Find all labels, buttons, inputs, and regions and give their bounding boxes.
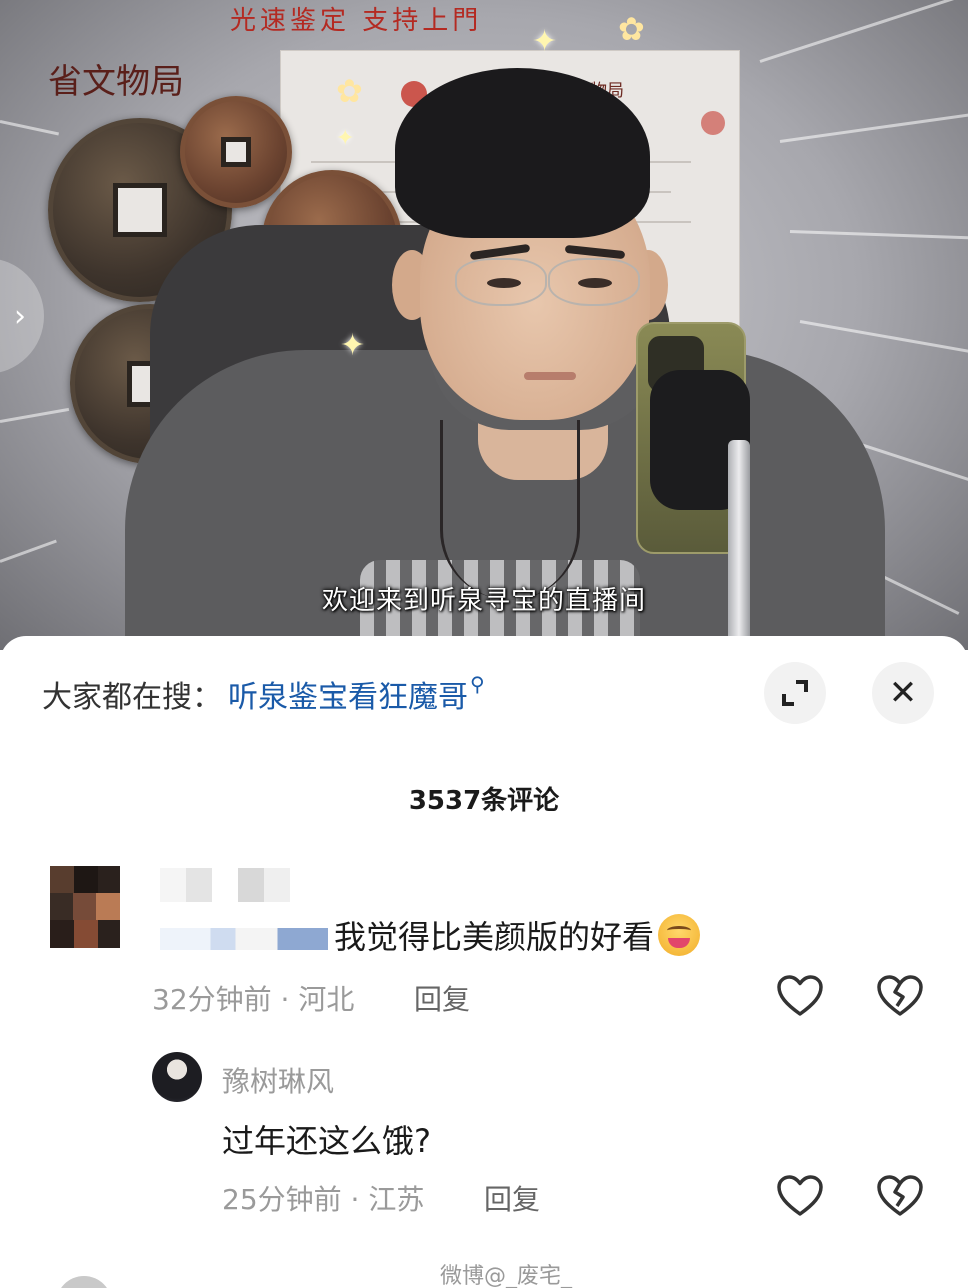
comment-author[interactable]: 豫树琳风 — [222, 1060, 334, 1100]
sparkle-icon: ✦ — [340, 328, 366, 363]
live-caption: 欢迎来到听泉寻宝的直播间 — [321, 586, 646, 616]
speed-line — [779, 112, 968, 143]
dislike-broken-heart-icon[interactable] — [876, 1174, 924, 1218]
trending-search-label: 大家都在搜： — [42, 680, 222, 715]
reply-button[interactable]: 回复 — [484, 1178, 540, 1218]
comment-text: 我觉得比美颜版的好看 — [334, 912, 701, 958]
sparkle-icon: ✦ — [532, 24, 558, 59]
comment-count: 3537条评论 — [408, 786, 560, 816]
speed-line — [0, 407, 70, 423]
trending-search-link[interactable]: 听泉鉴宝看狂魔哥 — [228, 672, 468, 716]
avatar[interactable] — [152, 1052, 202, 1102]
flower-icon: ✿ — [336, 72, 363, 110]
close-icon: ✕ — [888, 673, 918, 713]
speed-line — [799, 320, 968, 355]
dislike-broken-heart-icon[interactable] — [876, 974, 924, 1018]
expand-button[interactable] — [764, 662, 826, 724]
hungry-face-emoji-icon — [658, 914, 701, 956]
glasses-lens — [548, 258, 640, 306]
mic-stand — [728, 440, 750, 650]
speed-line — [0, 120, 60, 136]
chevron-right-icon: › — [14, 298, 26, 334]
like-heart-icon[interactable] — [776, 1174, 824, 1218]
hair — [395, 68, 650, 238]
watermark: 微博@_废宅_ — [440, 1264, 573, 1288]
necklace-cord — [440, 420, 580, 600]
comment-text: 过年还这么饿? — [222, 1122, 431, 1160]
expand-icon — [782, 680, 808, 706]
search-icon: ⚲ — [470, 672, 485, 696]
comment-meta: 32分钟前 · 河北 — [152, 983, 355, 1016]
live-video-frame[interactable]: 光速鉴定 支持上門 省文物局 省文物局 ✦ ✦ ✦ ✿ ✿ › 欢迎来到听泉寻宝… — [0, 0, 968, 650]
coin-hole — [113, 183, 167, 237]
comment-sheet: 大家都在搜： 听泉鉴宝看狂魔哥 ⚲ ✕ 3537条评论 我觉得比美颜版的好看 3… — [0, 636, 968, 1288]
trending-search[interactable]: 大家都在搜： 听泉鉴宝看狂魔哥 ⚲ — [42, 672, 762, 716]
ancient-coin — [180, 96, 292, 208]
speed-line — [0, 539, 57, 563]
flower-icon: ✿ — [618, 10, 645, 48]
avatar[interactable] — [56, 1276, 112, 1288]
mouth — [524, 372, 576, 380]
speed-line — [759, 0, 968, 63]
comment-meta: 25分钟前 · 江苏 — [222, 1183, 425, 1216]
wall-sign: 省文物局 — [48, 62, 184, 102]
comment-author-blurred[interactable] — [160, 868, 290, 902]
close-button[interactable]: ✕ — [872, 662, 934, 724]
comment-text-blurred — [160, 928, 328, 950]
avatar[interactable] — [50, 866, 120, 948]
banner-text: 光速鉴定 支持上門 — [230, 6, 483, 36]
comment-body: 我觉得比美颜版的好看 — [334, 918, 655, 956]
coin-hole — [221, 137, 251, 167]
next-arrow-button[interactable]: › — [0, 258, 44, 374]
sparkle-icon: ✦ — [336, 126, 355, 151]
glasses-lens — [455, 258, 547, 306]
speed-line — [789, 230, 968, 240]
like-heart-icon[interactable] — [776, 974, 824, 1018]
reply-button[interactable]: 回复 — [414, 978, 470, 1018]
red-seal — [701, 111, 725, 135]
